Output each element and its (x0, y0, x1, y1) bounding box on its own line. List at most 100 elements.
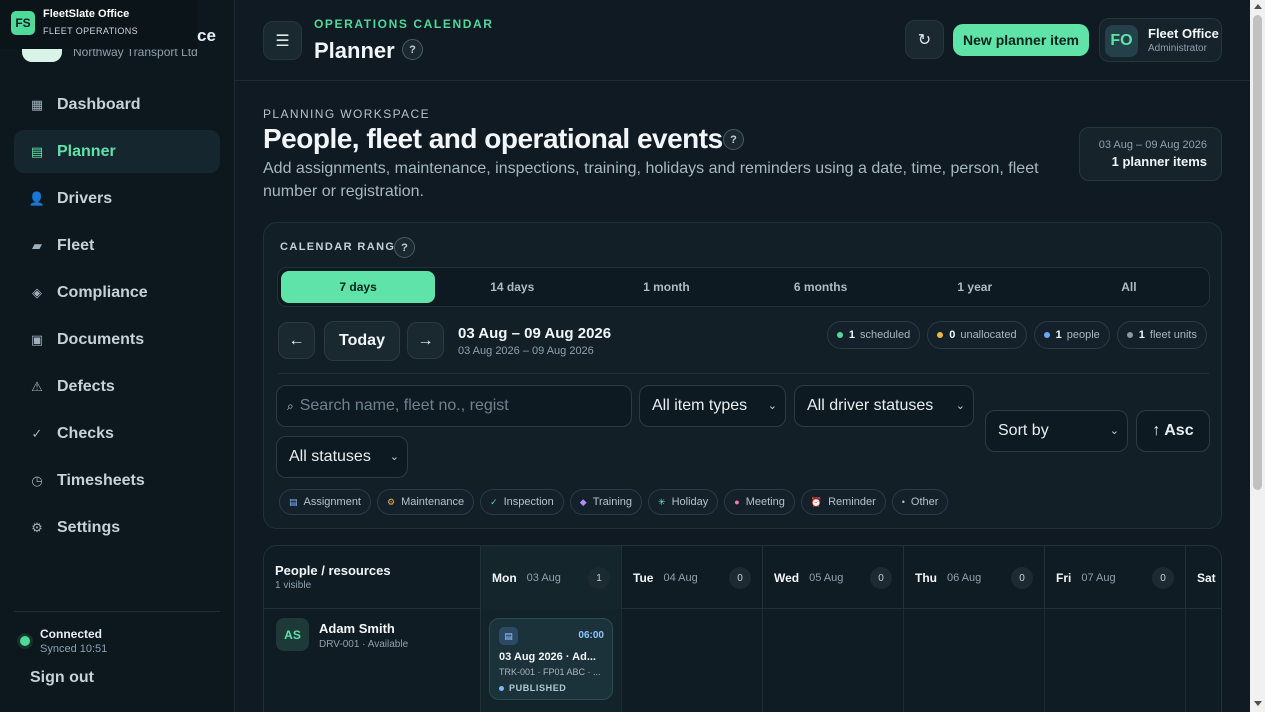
day-header-wed[interactable]: Wed 05 Aug 0 (763, 546, 904, 609)
sort-order-button[interactable]: ↑ Asc (1136, 410, 1210, 452)
range-option-6-months[interactable]: 6 months (744, 271, 898, 303)
brand-name-fragment: ce (197, 26, 216, 45)
chevron-down-icon: ⌄ (1109, 425, 1119, 437)
stat-badge-unallocated: 0 unallocated (927, 321, 1027, 349)
new-planner-item-button[interactable]: New planner item (953, 24, 1089, 56)
scroll-thumb[interactable] (1253, 15, 1262, 490)
stat-label: scheduled (860, 329, 911, 341)
menu-toggle-button[interactable]: ☰ (263, 21, 302, 60)
fleet-icon: ▰ (32, 237, 42, 253)
chevron-down-icon: ⌄ (767, 400, 777, 412)
sidebar-item-label: Defects (57, 377, 115, 395)
day-cell-sat[interactable] (1186, 609, 1221, 712)
sidebar-item-label: Compliance (57, 283, 148, 301)
sidebar-item-fleet[interactable]: ▰ Fleet (14, 224, 220, 267)
status-dot-icon (1126, 332, 1133, 338)
day-header-sat[interactable]: Sat (1186, 546, 1221, 609)
day-header-thu[interactable]: Thu 06 Aug 0 (904, 546, 1045, 609)
day-header-tue[interactable]: Tue 04 Aug 0 (622, 546, 763, 609)
range-dates: 03 Aug – 09 Aug 2026 (1098, 139, 1207, 151)
resource-meta: DRV-001 · Available (319, 639, 409, 650)
page-scrollbar[interactable] (1250, 0, 1265, 712)
type-chip-reminder[interactable]: ⏰ Reminder (800, 489, 886, 515)
day-cell-thu[interactable] (904, 609, 1045, 712)
day-date: 04 Aug (663, 571, 698, 584)
sidebar-divider (14, 611, 220, 612)
stat-count: 1 (1138, 329, 1145, 341)
today-button[interactable]: Today (324, 321, 400, 361)
driver-status-select[interactable]: All driver statuses ⌄ (794, 385, 974, 427)
timesheets-icon: ◷ (31, 472, 43, 488)
scroll-up-icon[interactable] (1254, 4, 1262, 9)
sidebar-item-checks[interactable]: ✓ Checks (14, 412, 220, 455)
sort-select[interactable]: Sort by ⌄ (985, 410, 1128, 452)
type-chip-meeting[interactable]: ● Meeting (724, 489, 795, 515)
status-dot-icon (937, 332, 944, 338)
scroll-down-icon[interactable] (1254, 701, 1262, 706)
range-selector: 7 days 14 days 1 month 6 months 1 year All (277, 267, 1210, 307)
range-option-1-year[interactable]: 1 year (898, 271, 1052, 303)
planner-event-card[interactable]: ▤ 06:00 03 Aug 2026 · Ad... TRK-001 · FP01 … (489, 618, 613, 700)
calendar-range-help-icon[interactable]: ? (394, 237, 415, 258)
sidebar-item-label: Timesheets (57, 471, 145, 489)
type-chip-assignment[interactable]: ▤ Assignment (279, 489, 371, 515)
day-name: Fri (1056, 570, 1072, 585)
type-chip-inspection[interactable]: ✓ Inspection (480, 489, 564, 515)
stat-badge-fleet-units: 1 fleet units (1116, 321, 1207, 349)
range-option-14-days[interactable]: 14 days (435, 271, 589, 303)
arrow-right-icon: → (417, 331, 434, 349)
day-cell-fri[interactable] (1045, 609, 1186, 712)
range-option-all[interactable]: All (1052, 271, 1206, 303)
type-chip-maintenance[interactable]: ⚙ Maintenance (377, 489, 475, 515)
reminder-icon: ⏰ (810, 496, 823, 507)
assignment-icon: ▤ (289, 496, 298, 507)
item-type-select[interactable]: All item types ⌄ (639, 385, 786, 427)
sidebar-item-defects[interactable]: ⚠ Defects (14, 365, 220, 408)
type-chip-holiday[interactable]: ✳ Holiday (648, 489, 719, 515)
day-cell-wed[interactable] (763, 609, 904, 712)
app-badge: FS FleetSlate Office FLEET OPERATIONS (0, 0, 197, 49)
range-option-7-days[interactable]: 7 days (281, 271, 436, 303)
sidebar-item-settings[interactable]: ⚙ Settings (14, 506, 220, 549)
sidebar-item-label: Planner (57, 142, 116, 160)
day-name: Thu (915, 570, 937, 585)
chip-label: Other (910, 496, 939, 508)
resource-cell[interactable]: AS Adam Smith DRV-001 · Available (264, 609, 481, 712)
day-header-fri[interactable]: Fri 07 Aug 0 (1045, 546, 1186, 609)
defects-icon: ⚠ (31, 378, 43, 394)
type-chip-training[interactable]: ◆ Training (569, 489, 643, 515)
calendar-range-panel: CALENDAR RANGE ? 7 days 14 days 1 month 6 m… (263, 222, 1222, 529)
sidebar-item-compliance[interactable]: ◈ Compliance (14, 271, 220, 314)
sidebar-item-dashboard[interactable]: ▦ Dashboard (14, 83, 220, 126)
planner-icon: ▤ (30, 143, 44, 159)
app-subtitle: FLEET OPERATIONS (43, 26, 139, 36)
chip-label: Meeting (745, 496, 785, 508)
refresh-button[interactable]: ↻ (905, 20, 944, 59)
page-title: Planner (314, 38, 395, 63)
type-chip-other[interactable]: • Other (891, 489, 949, 515)
sidebar-item-planner[interactable]: ▤ Planner (14, 130, 220, 173)
day-cell-tue[interactable] (622, 609, 763, 712)
drivers-icon: 👤 (28, 190, 46, 206)
app-title: FleetSlate Office (43, 8, 130, 20)
day-cell-mon[interactable]: ▤ 06:00 03 Aug 2026 · Ad... TRK-001 · FP01 … (481, 609, 622, 712)
help-icon[interactable]: ? (402, 39, 423, 60)
chevron-down-icon: ⌄ (389, 451, 399, 463)
chip-label: Holiday (671, 496, 709, 508)
workspace-help-icon[interactable]: ? (723, 129, 744, 150)
status-select[interactable]: All statuses ⌄ (276, 436, 408, 478)
sidebar-item-drivers[interactable]: 👤 Drivers (14, 177, 220, 220)
sidebar-item-timesheets[interactable]: ◷ Timesheets (14, 459, 220, 502)
search-input[interactable]: ⌕ Search name, fleet no., regist (276, 385, 632, 427)
sign-out-button[interactable]: Sign out (30, 669, 94, 687)
day-header-mon[interactable]: Mon 03 Aug 1 (481, 546, 622, 609)
user-menu[interactable]: FO Fleet Office Administrator (1099, 18, 1222, 62)
previous-range-button[interactable]: ← (278, 322, 315, 359)
sidebar-item-documents[interactable]: ▣ Documents (14, 318, 220, 361)
workspace-title: People, fleet and operational events (263, 123, 723, 154)
range-option-1-month[interactable]: 1 month (589, 271, 743, 303)
next-range-button[interactable]: → (407, 322, 444, 359)
stat-label: people (1066, 329, 1100, 341)
day-name: Sat (1197, 570, 1216, 585)
other-icon: • (901, 497, 905, 507)
